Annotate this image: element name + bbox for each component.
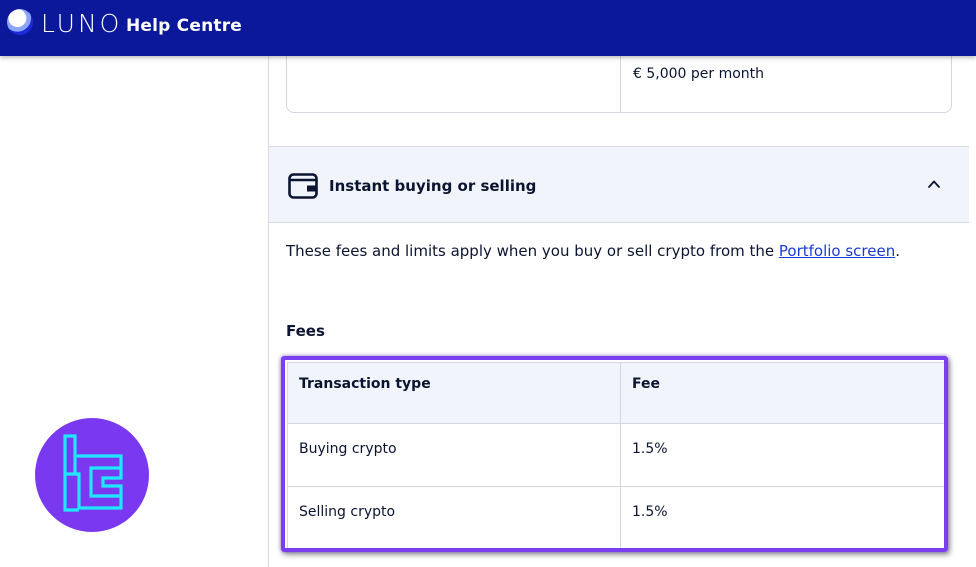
instant-buying-selling-accordion[interactable]: Instant buying or selling — [269, 146, 969, 223]
portfolio-screen-link[interactable]: Portfolio screen — [779, 242, 895, 260]
previous-limits-table: € 5,000 per month — [286, 52, 952, 113]
luno-logo-text[interactable]: LUNO — [41, 9, 122, 39]
accordion-title: Instant buying or selling — [329, 177, 537, 195]
luno-logo-icon[interactable] — [7, 9, 33, 35]
fees-intro-text: These fees and limits apply when you buy… — [286, 242, 900, 260]
top-nav-bar: LUNO Help Centre — [0, 0, 976, 56]
limit-value-cell: € 5,000 per month — [633, 66, 765, 82]
sidebar-divider — [268, 56, 269, 567]
wallet-icon — [288, 173, 318, 199]
watermark-logo-badge — [35, 418, 149, 532]
fees-heading: Fees — [286, 322, 325, 340]
chevron-up-icon[interactable] — [927, 177, 941, 191]
table-column-divider — [620, 52, 621, 112]
intro-text: These fees and limits apply when you buy… — [286, 242, 779, 260]
highlight-box — [281, 356, 948, 552]
intro-end: . — [895, 242, 901, 260]
brand-logo-icon — [63, 434, 123, 512]
help-centre-title[interactable]: Help Centre — [126, 16, 242, 36]
